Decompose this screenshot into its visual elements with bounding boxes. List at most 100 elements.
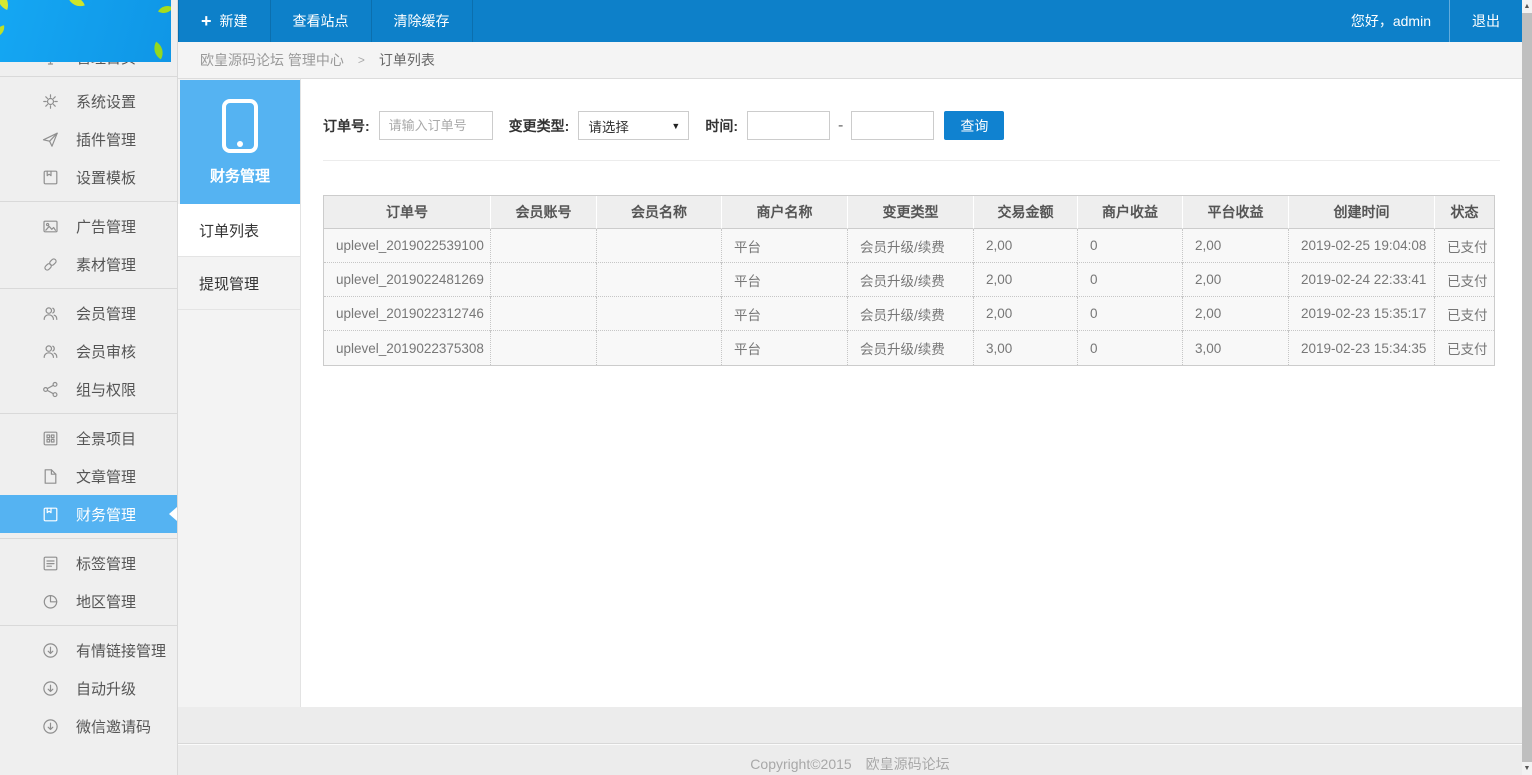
sidebar-item-article-management[interactable]: 文章管理: [0, 457, 177, 495]
vertical-scrollbar[interactable]: ▲ ▼: [1522, 0, 1532, 775]
change-type-select[interactable]: 请选择 ▼: [578, 111, 689, 140]
cell-member-name: [596, 263, 721, 297]
cell-status: 已支付: [1434, 229, 1494, 263]
sidebar-item-label: 标签管理: [76, 553, 136, 574]
col-header-order-number: 订单号: [324, 196, 490, 229]
leaf-decoration: [150, 42, 168, 60]
sidebar-item-finance-management[interactable]: 财务管理: [0, 495, 177, 533]
col-header-transaction-amount: 交易金额: [973, 196, 1077, 229]
circle-down-arrow-icon: [42, 642, 59, 659]
col-header-merchant-revenue: 商户收益: [1077, 196, 1182, 229]
footer: Copyright©2015 欧皇源码论坛: [178, 707, 1522, 775]
logout-button[interactable]: 退出: [1449, 0, 1522, 42]
subpanel-item-order-list[interactable]: 订单列表: [178, 204, 300, 257]
sidebar-item-panorama-projects[interactable]: 全景项目: [0, 419, 177, 457]
sidebar-item-friend-links[interactable]: 有情链接管理: [0, 631, 177, 669]
cell-change-type: 会员升级/续费: [847, 263, 973, 297]
cell-transaction-amount: 2,00: [973, 263, 1077, 297]
col-header-member-name: 会员名称: [596, 196, 721, 229]
leaf-decoration: [0, 25, 6, 37]
sidebar-item-tag-management[interactable]: 标签管理: [0, 544, 177, 582]
new-button[interactable]: + 新建: [178, 0, 271, 42]
cell-status: 已支付: [1434, 263, 1494, 297]
breadcrumb-site[interactable]: 欧皇源码论坛 管理中心: [200, 50, 344, 70]
leaf-decoration: [0, 0, 12, 10]
sidebar-item-label: 插件管理: [76, 129, 136, 150]
breadcrumb: 欧皇源码论坛 管理中心 > 订单列表: [178, 42, 1522, 79]
users-icon: [42, 305, 59, 322]
table-row: uplevel_2019022375308 平台 会员升级/续费 3,00 0 …: [324, 331, 1494, 365]
sidebar-item-material-management[interactable]: 素材管理: [0, 245, 177, 283]
pie-chart-icon: [42, 593, 59, 610]
cell-merchant-revenue: 0: [1077, 263, 1182, 297]
circle-down-arrow-icon: [42, 680, 59, 697]
order-number-input[interactable]: [379, 111, 493, 140]
col-header-member-account: 会员账号: [490, 196, 596, 229]
view-site-label: 查看站点: [293, 11, 349, 31]
topbar: + 新建 查看站点 清除缓存 您好，admin 退出: [178, 0, 1522, 42]
list-icon: [42, 555, 59, 572]
search-button[interactable]: 查询: [944, 111, 1004, 140]
link-icon: [42, 256, 59, 273]
cell-merchant-name: 平台: [721, 331, 847, 365]
subpanel-item-withdraw-management[interactable]: 提现管理: [178, 257, 300, 310]
sidebar-item-member-review[interactable]: 会员审核: [0, 332, 177, 370]
scrollbar-thumb[interactable]: [1522, 13, 1532, 762]
sidebar-item-auto-upgrade[interactable]: 自动升级: [0, 669, 177, 707]
finance-subpanel: 财务管理 订单列表 提现管理: [178, 79, 301, 707]
sidebar-item-label: 微信邀请码: [76, 716, 151, 737]
cell-merchant-revenue: 0: [1077, 297, 1182, 331]
time-start-input[interactable]: [747, 111, 830, 140]
time-end-input[interactable]: [851, 111, 934, 140]
sidebar-item-ad-management[interactable]: 广告管理: [0, 207, 177, 245]
leaf-decoration: [158, 2, 171, 17]
sidebar-item-template-settings[interactable]: 设置模板: [0, 158, 177, 196]
subpanel-header: 财务管理: [180, 80, 300, 204]
cell-merchant-name: 平台: [721, 263, 847, 297]
orders-table: 订单号 会员账号 会员名称 商户名称 变更类型 交易金额 商户收益 平台收益 创…: [323, 195, 1495, 366]
sidebar-item-label: 会员审核: [76, 341, 136, 362]
gear-icon: [42, 93, 59, 110]
sidebar-item-label: 组与权限: [76, 379, 136, 400]
book-icon: [42, 506, 59, 523]
cell-order-number: uplevel_2019022539100: [324, 229, 490, 263]
sidebar-item-wechat-invite-code[interactable]: 微信邀请码: [0, 707, 177, 745]
cell-created-time: 2019-02-23 15:34:35: [1288, 331, 1434, 365]
divider: [323, 160, 1500, 161]
user-greeting: 您好，admin: [1333, 0, 1449, 42]
cell-merchant-name: 平台: [721, 229, 847, 263]
cell-change-type: 会员升级/续费: [847, 297, 973, 331]
cell-platform-revenue: 3,00: [1182, 331, 1288, 365]
cell-platform-revenue: 2,00: [1182, 297, 1288, 331]
scroll-up-icon[interactable]: ▲: [1522, 0, 1532, 13]
chevron-down-icon: ▼: [671, 121, 680, 131]
grid-icon: [42, 430, 59, 447]
sidebar-item-region-management[interactable]: 地区管理: [0, 582, 177, 620]
share-icon: [42, 381, 59, 398]
sidebar: 管理首页 系统设置 插件管理 设置模板 广告管理 素材管理 会员管理: [0, 0, 178, 775]
col-header-platform-revenue: 平台收益: [1182, 196, 1288, 229]
sidebar-item-plugin-management[interactable]: 插件管理: [0, 120, 177, 158]
subpanel-title: 财务管理: [210, 165, 270, 186]
cell-member-account: [490, 229, 596, 263]
breadcrumb-current: 订单列表: [379, 50, 435, 70]
phone-icon: [222, 99, 258, 153]
cell-merchant-name: 平台: [721, 297, 847, 331]
clear-cache-label: 清除缓存: [394, 11, 450, 31]
sidebar-item-member-management[interactable]: 会员管理: [0, 294, 177, 332]
sidebar-item-label: 会员管理: [76, 303, 136, 324]
cell-member-account: [490, 331, 596, 365]
change-type-value: 请选择: [588, 116, 629, 136]
cell-member-name: [596, 331, 721, 365]
cell-member-account: [490, 297, 596, 331]
clear-cache-button[interactable]: 清除缓存: [372, 0, 473, 42]
sidebar-item-groups-permissions[interactable]: 组与权限: [0, 370, 177, 408]
new-button-label: 新建: [220, 11, 248, 31]
sidebar-item-system-settings[interactable]: 系统设置: [0, 82, 177, 120]
scroll-down-icon[interactable]: ▼: [1522, 762, 1532, 775]
cell-order-number: uplevel_2019022312746: [324, 297, 490, 331]
view-site-button[interactable]: 查看站点: [271, 0, 372, 42]
circle-down-arrow-icon: [42, 718, 59, 735]
sidebar-item-label: 地区管理: [76, 591, 136, 612]
orders-table-wrap: 订单号 会员账号 会员名称 商户名称 变更类型 交易金额 商户收益 平台收益 创…: [323, 195, 1500, 366]
